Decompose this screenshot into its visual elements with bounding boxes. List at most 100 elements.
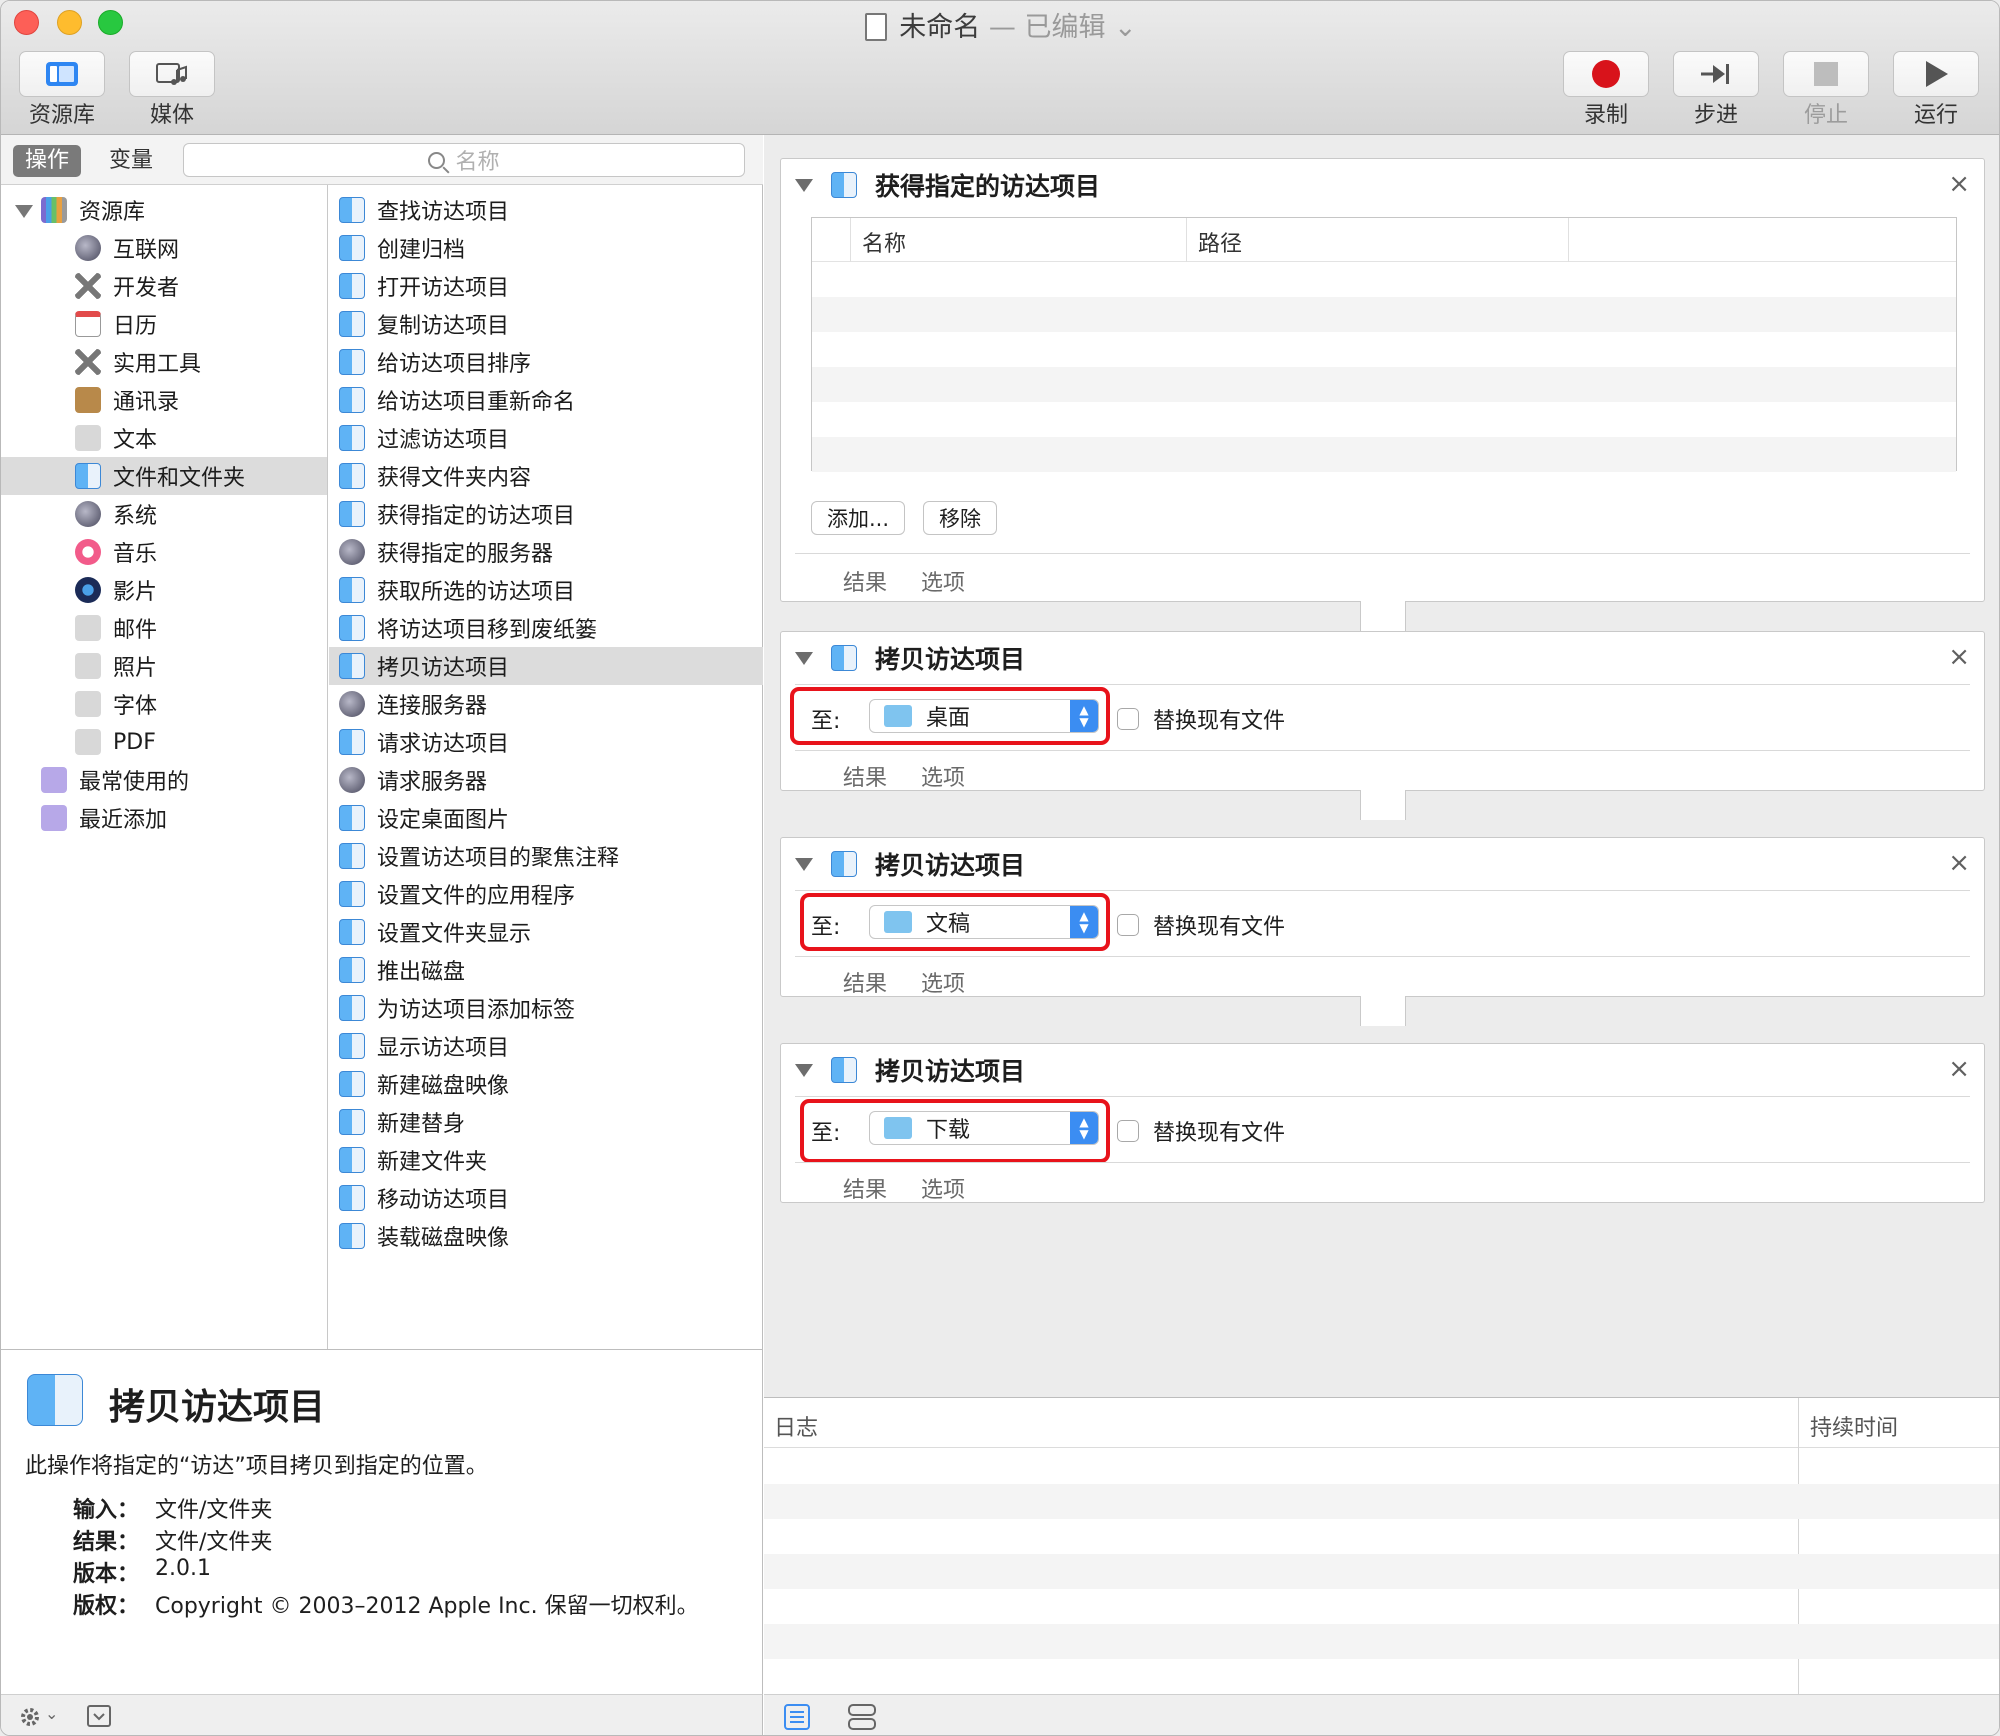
tab-variables[interactable]: 变量 bbox=[97, 145, 165, 177]
gear-icon[interactable] bbox=[19, 1706, 41, 1728]
list-view-icon[interactable] bbox=[784, 1704, 810, 1730]
options-toggle[interactable]: 选项 bbox=[921, 966, 965, 998]
replace-existing-checkbox[interactable] bbox=[1117, 1120, 1139, 1142]
items-table[interactable]: 名称 路径 bbox=[811, 217, 1957, 472]
split-view-icon[interactable] bbox=[848, 1704, 876, 1730]
sidebar-item[interactable]: 照片 bbox=[1, 647, 327, 685]
disclosure-triangle-icon[interactable] bbox=[15, 205, 33, 218]
results-toggle[interactable]: 结果 bbox=[843, 760, 887, 792]
window-title[interactable]: 未命名 — 已编辑 ⌄ bbox=[1, 5, 1999, 44]
close-icon[interactable]: × bbox=[1948, 848, 1970, 878]
action-list-item-label: 设置文件夹显示 bbox=[377, 922, 532, 947]
sidebar-item[interactable]: 互联网 bbox=[1, 229, 327, 267]
add-button[interactable]: 添加... bbox=[811, 501, 905, 535]
action-header[interactable]: 拷贝访达项目 × bbox=[781, 632, 1984, 684]
action-header[interactable]: 拷贝访达项目 × bbox=[781, 1044, 1984, 1096]
action-list-item[interactable]: 设置访达项目的聚焦注释 bbox=[329, 837, 763, 875]
action-list-item[interactable]: 将访达项目移到废纸篓 bbox=[329, 609, 763, 647]
action-list-item[interactable]: 给访达项目重新命名 bbox=[329, 381, 763, 419]
action-list-item[interactable]: 新建文件夹 bbox=[329, 1141, 763, 1179]
action-list-item[interactable]: 打开访达项目 bbox=[329, 267, 763, 305]
media-button[interactable] bbox=[129, 51, 215, 97]
action-list-item[interactable]: 获得指定的访达项目 bbox=[329, 495, 763, 533]
column-path[interactable]: 路径 bbox=[1198, 226, 1242, 258]
action-header[interactable]: 获得指定的访达项目 × bbox=[781, 159, 1984, 211]
action-list-item[interactable]: 查找访达项目 bbox=[329, 191, 763, 229]
action-list-item[interactable]: 获取所选的访达项目 bbox=[329, 571, 763, 609]
destination-popup[interactable]: 文稿 ▲ ▼ bbox=[869, 905, 1099, 939]
disclosure-triangle-icon[interactable] bbox=[795, 857, 813, 871]
replace-existing-option[interactable]: 替换现有文件 bbox=[1117, 703, 1285, 735]
results-toggle[interactable]: 结果 bbox=[843, 1172, 887, 1204]
action-list-item[interactable]: 设置文件的应用程序 bbox=[329, 875, 763, 913]
action-list-item[interactable]: 显示访达项目 bbox=[329, 1027, 763, 1065]
action-list-item[interactable]: 过滤访达项目 bbox=[329, 419, 763, 457]
action-list-item[interactable]: 给访达项目排序 bbox=[329, 343, 763, 381]
replace-existing-option[interactable]: 替换现有文件 bbox=[1117, 1115, 1285, 1147]
stop-button[interactable] bbox=[1783, 51, 1869, 97]
sidebar-item[interactable]: 最常使用的 bbox=[1, 761, 327, 799]
replace-existing-option[interactable]: 替换现有文件 bbox=[1117, 909, 1285, 941]
sidebar-item[interactable]: 文件和文件夹 bbox=[1, 457, 327, 495]
action-list-item[interactable]: 请求服务器 bbox=[329, 761, 763, 799]
sidebar-item[interactable]: 影片 bbox=[1, 571, 327, 609]
log-column[interactable]: 日志 bbox=[774, 1410, 818, 1442]
action-list-item[interactable]: 拷贝访达项目 bbox=[329, 647, 763, 685]
record-button[interactable] bbox=[1563, 51, 1649, 97]
remove-button[interactable]: 移除 bbox=[923, 501, 997, 535]
options-toggle[interactable]: 选项 bbox=[921, 1172, 965, 1204]
destination-popup[interactable]: 下载 ▲ ▼ bbox=[869, 1111, 1099, 1145]
sidebar-item[interactable]: 音乐 bbox=[1, 533, 327, 571]
column-name[interactable]: 名称 bbox=[862, 226, 906, 258]
tab-actions[interactable]: 操作 bbox=[13, 145, 82, 177]
action-list-item[interactable]: 获得指定的服务器 bbox=[329, 533, 763, 571]
sidebar-item-label: PDF bbox=[113, 729, 156, 755]
action-list-item[interactable]: 新建替身 bbox=[329, 1103, 763, 1141]
replace-existing-checkbox[interactable] bbox=[1117, 914, 1139, 936]
sidebar-item[interactable]: 资源库 bbox=[1, 191, 327, 229]
finder-icon bbox=[339, 1109, 365, 1135]
options-toggle[interactable]: 选项 bbox=[921, 565, 965, 597]
options-toggle[interactable]: 选项 bbox=[921, 760, 965, 792]
close-icon[interactable]: × bbox=[1948, 169, 1970, 199]
sidebar-item[interactable]: 日历 bbox=[1, 305, 327, 343]
destination-popup[interactable]: 桌面 ▲ ▼ bbox=[869, 699, 1099, 733]
action-list-item[interactable]: 为访达项目添加标签 bbox=[329, 989, 763, 1027]
search-input[interactable]: 名称 bbox=[183, 143, 745, 177]
sidebar-item[interactable]: 系统 bbox=[1, 495, 327, 533]
step-button[interactable] bbox=[1673, 51, 1759, 97]
replace-existing-checkbox[interactable] bbox=[1117, 708, 1139, 730]
sidebar-item[interactable]: 实用工具 bbox=[1, 343, 327, 381]
close-icon[interactable]: × bbox=[1948, 1054, 1970, 1084]
action-list-item-label: 设置访达项目的聚焦注释 bbox=[377, 846, 620, 871]
sidebar-item[interactable]: PDF bbox=[1, 723, 327, 761]
library-toggle-button[interactable] bbox=[19, 51, 105, 97]
action-list-item[interactable]: 设置文件夹显示 bbox=[329, 913, 763, 951]
sidebar-item[interactable]: 开发者 bbox=[1, 267, 327, 305]
action-list-item[interactable]: 创建归档 bbox=[329, 229, 763, 267]
disclosure-triangle-icon[interactable] bbox=[795, 651, 813, 665]
run-button[interactable] bbox=[1893, 51, 1979, 97]
close-icon[interactable]: × bbox=[1948, 642, 1970, 672]
action-list-item[interactable]: 推出磁盘 bbox=[329, 951, 763, 989]
results-toggle[interactable]: 结果 bbox=[843, 966, 887, 998]
action-list-item[interactable]: 获得文件夹内容 bbox=[329, 457, 763, 495]
disclosure-triangle-icon[interactable] bbox=[795, 1063, 813, 1077]
results-toggle[interactable]: 结果 bbox=[843, 565, 887, 597]
sidebar-item[interactable]: 邮件 bbox=[1, 609, 327, 647]
action-list-item[interactable]: 设定桌面图片 bbox=[329, 799, 763, 837]
action-list-item[interactable]: 装载磁盘映像 bbox=[329, 1217, 763, 1255]
action-list-item[interactable]: 移动访达项目 bbox=[329, 1179, 763, 1217]
sidebar-item[interactable]: 字体 bbox=[1, 685, 327, 723]
sidebar-item[interactable]: 通讯录 bbox=[1, 381, 327, 419]
action-header[interactable]: 拷贝访达项目 × bbox=[781, 838, 1984, 890]
action-list-item[interactable]: 请求访达项目 bbox=[329, 723, 763, 761]
sidebar-item[interactable]: 最近添加 bbox=[1, 799, 327, 837]
action-list-item[interactable]: 复制访达项目 bbox=[329, 305, 763, 343]
toggle-description-icon[interactable] bbox=[87, 1705, 111, 1727]
action-list-item[interactable]: 新建磁盘映像 bbox=[329, 1065, 763, 1103]
duration-column[interactable]: 持续时间 bbox=[1810, 1410, 1898, 1442]
sidebar-item[interactable]: 文本 bbox=[1, 419, 327, 457]
disclosure-triangle-icon[interactable] bbox=[795, 178, 813, 192]
action-list-item[interactable]: 连接服务器 bbox=[329, 685, 763, 723]
